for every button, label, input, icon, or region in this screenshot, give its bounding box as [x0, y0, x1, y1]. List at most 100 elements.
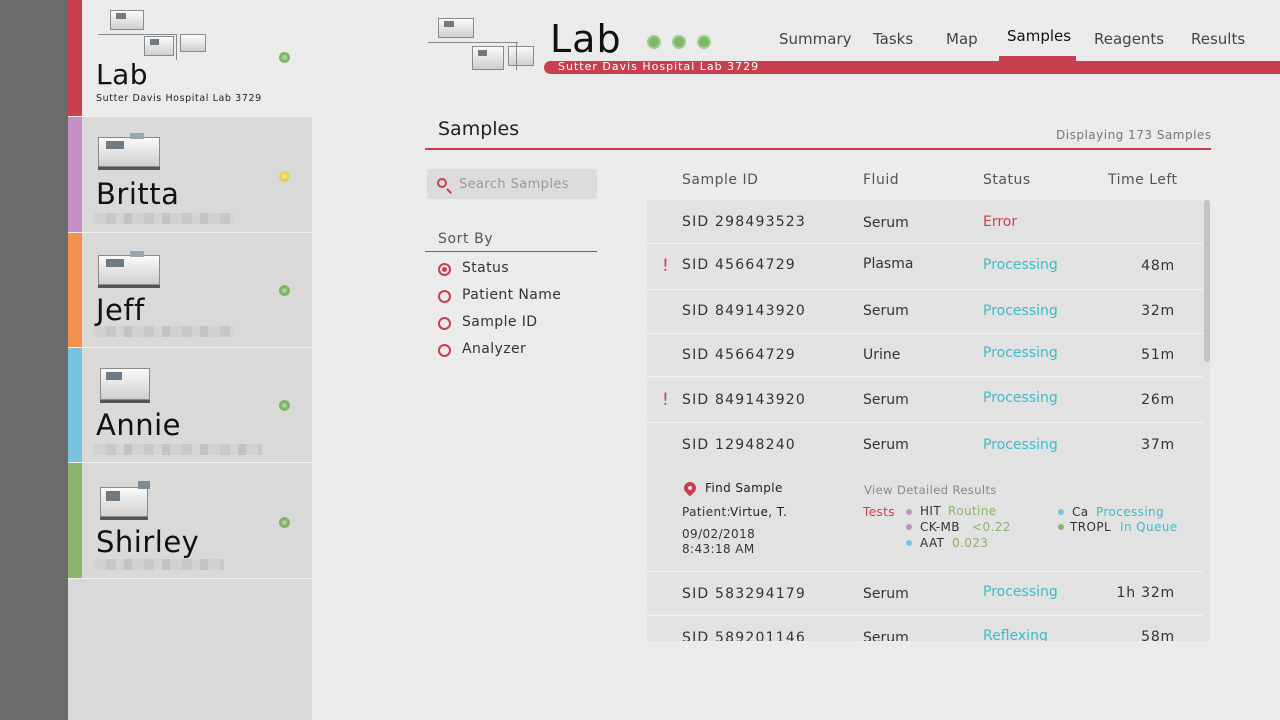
scrollbar-thumb[interactable] — [1204, 200, 1210, 362]
test-dot — [906, 540, 912, 546]
time-left: 58m — [1141, 629, 1175, 641]
table-row[interactable]: SID 849143920 Serum Processing 32m — [647, 290, 1203, 334]
sample-detail: Find Sample Patient: Virtue, T. 09/02/20… — [647, 423, 1203, 572]
table-row[interactable]: SID 298493523 Serum Error — [647, 200, 1203, 244]
sidebar: Lab Sutter Davis Hospital Lab 3729 Britt… — [68, 0, 312, 720]
test-dot — [1058, 524, 1064, 530]
tab-results[interactable]: Results — [1191, 30, 1245, 48]
table-row[interactable]: SID 45664729 Urine Processing 51m — [647, 334, 1203, 377]
annie-accent-bar — [68, 348, 82, 462]
test-value: In Queue — [1120, 520, 1178, 534]
status-dot-green — [672, 35, 686, 49]
sort-title: Sort By — [438, 231, 494, 247]
fluid: Serum — [863, 215, 909, 231]
sort-option-label: Status — [462, 260, 510, 276]
test-name: HIT — [920, 504, 942, 518]
fluid: Serum — [863, 630, 909, 641]
test-name: AAT — [920, 536, 945, 550]
status-dot-yellow — [279, 171, 290, 182]
shirley-accent-bar — [68, 463, 82, 578]
find-sample-link[interactable]: Find Sample — [705, 481, 783, 495]
table-row[interactable]: SID 583294179 Serum Processing 1h 32m — [647, 572, 1203, 616]
time-left: 48m — [1141, 258, 1175, 274]
test-value: Processing — [1096, 505, 1165, 519]
test-dot — [906, 509, 912, 515]
tab-samples[interactable]: Samples — [1007, 27, 1071, 45]
tab-tasks[interactable]: Tasks — [873, 30, 913, 48]
column-header-sample-id[interactable]: Sample ID — [682, 172, 758, 188]
sample-count: Displaying 173 Samples — [1056, 128, 1212, 142]
sample-id: SID 849143920 — [682, 392, 807, 408]
radio[interactable] — [438, 344, 451, 357]
table-row[interactable]: SID 589201146 Serum Reflexing 58m — [647, 616, 1203, 641]
fluid: Plasma — [863, 256, 914, 272]
radio[interactable] — [438, 290, 451, 303]
tab-map[interactable]: Map — [946, 30, 978, 48]
lab-subtitle-bar: Sutter Davis Hospital Lab 3729 — [544, 60, 1280, 74]
status-text: Processing — [983, 257, 1058, 273]
test-value: <0.22 — [972, 520, 1011, 534]
fluid: Serum — [863, 303, 909, 319]
redacted-text — [94, 559, 224, 570]
test-name: Ca — [1072, 505, 1089, 519]
section-title: Samples — [438, 118, 520, 140]
column-header-time-left[interactable]: Time Left — [1108, 172, 1178, 188]
column-header-status[interactable]: Status — [983, 172, 1031, 188]
status-dot-green — [279, 52, 290, 63]
redacted-text — [94, 326, 234, 337]
table-row-expanded[interactable]: SID 12948240 Serum Processing 37m Find S… — [647, 423, 1203, 572]
location-pin-icon — [681, 479, 699, 497]
status-text: Processing — [983, 345, 1058, 361]
active-tab-indicator — [999, 56, 1076, 61]
sample-time: 8:43:18 AM — [682, 542, 755, 556]
sidebar-item-label: Britta — [96, 177, 180, 211]
lab-analyzers-logo — [428, 16, 540, 78]
status-text: Error — [983, 214, 1018, 230]
sample-id: SID 45664729 — [682, 257, 796, 273]
tab-reagents[interactable]: Reagents — [1094, 30, 1164, 48]
app-left-strip — [0, 0, 68, 720]
divider — [425, 251, 597, 252]
analyzer-icon — [98, 481, 154, 521]
test-dot — [906, 524, 912, 530]
view-detailed-results-link[interactable]: View Detailed Results — [864, 483, 997, 497]
search-box — [427, 169, 597, 199]
redacted-text — [94, 444, 262, 455]
radio-selected[interactable] — [438, 263, 451, 276]
sample-date: 09/02/2018 — [682, 527, 756, 541]
sidebar-item-label: Shirley — [96, 525, 200, 559]
search-input[interactable] — [459, 174, 589, 194]
status-dot-green — [697, 35, 711, 49]
table-row[interactable]: ! SID 45664729 Plasma Processing 48m — [647, 244, 1203, 290]
status-text: Processing — [983, 584, 1058, 600]
sort-option-label: Analyzer — [462, 341, 527, 357]
time-left: 1h 32m — [1116, 585, 1175, 601]
tab-summary[interactable]: Summary — [779, 30, 852, 48]
sidebar-item-lab[interactable]: Lab Sutter Davis Hospital Lab 3729 — [68, 0, 312, 117]
test-name: CK-MB — [920, 520, 960, 534]
sidebar-item-label: Annie — [96, 408, 181, 442]
analyzer-icon — [96, 131, 162, 171]
test-dot — [1058, 509, 1064, 515]
sample-id: SID 849143920 — [682, 303, 807, 319]
radio[interactable] — [438, 317, 451, 330]
page-title: Lab — [550, 17, 622, 61]
analyzer-icon — [96, 249, 162, 289]
sidebar-item-annie[interactable]: Annie — [68, 348, 312, 463]
alert-icon: ! — [662, 256, 669, 276]
column-header-fluid[interactable]: Fluid — [863, 172, 899, 188]
time-left: 26m — [1141, 392, 1175, 408]
fluid: Urine — [863, 347, 901, 363]
sidebar-item-label: Jeff — [96, 293, 145, 327]
status-dot-green — [279, 400, 290, 411]
table-row[interactable]: ! SID 849143920 Serum Processing 26m — [647, 377, 1203, 423]
jeff-accent-bar — [68, 233, 82, 347]
status-dot-green — [279, 517, 290, 528]
sidebar-item-jeff[interactable]: Jeff — [68, 233, 312, 348]
sidebar-item-britta[interactable]: Britta — [68, 117, 312, 233]
fluid: Serum — [863, 586, 909, 602]
sidebar-item-shirley[interactable]: Shirley — [68, 463, 312, 579]
divider — [425, 148, 1211, 150]
status-text: Reflexing — [983, 628, 1048, 641]
samples-table: SID 298493523 Serum Error ! SID 45664729… — [647, 200, 1210, 641]
